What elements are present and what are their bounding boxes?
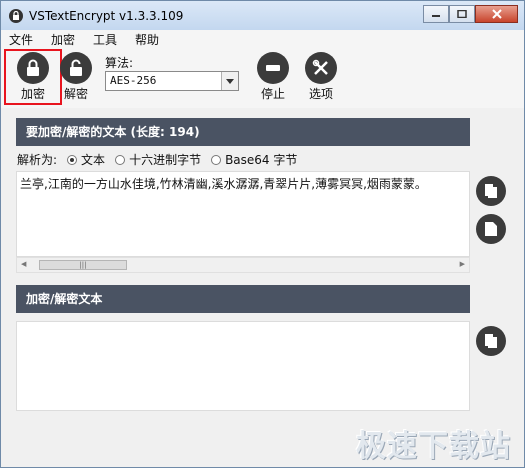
close-icon: [491, 9, 502, 19]
watermark-text: 极速下载站: [356, 429, 511, 464]
paste-button[interactable]: [476, 176, 506, 206]
radio-base64-label[interactable]: Base64 字节: [225, 151, 297, 168]
options-button[interactable]: 选项: [301, 52, 341, 102]
options-label: 选项: [308, 87, 333, 101]
parse-as-row: 解析为: 文本 十六进制字节 Base64 字节: [17, 151, 297, 168]
close-button[interactable]: [475, 5, 518, 23]
algorithm-select[interactable]: AES-256: [105, 71, 239, 91]
lock-icon: [17, 52, 49, 84]
input-textarea[interactable]: 兰亭,江南的一方山水佳境,竹林清幽,溪水潺潺,青翠片片,薄雾冥冥,烟雨蒙蒙。: [16, 171, 470, 257]
paste-icon: [485, 184, 497, 198]
copy-icon: [485, 334, 497, 348]
window-controls: [423, 5, 518, 23]
scroll-right-icon[interactable]: ▶: [460, 260, 465, 268]
input-text: 兰亭,江南的一方山水佳境,竹林清幽,溪水潺潺,青翠片片,薄雾冥冥,烟雨蒙蒙。: [20, 177, 427, 191]
decrypt-button[interactable]: 解密: [56, 52, 96, 102]
output-section-header: 加密/解密文本: [16, 285, 470, 313]
radio-base64[interactable]: [211, 154, 222, 165]
toolbar: 加密 解密 算法: AES-256 停止 选项: [1, 48, 524, 108]
output-text: [17, 322, 469, 328]
radio-hex-label[interactable]: 十六进制字节: [129, 151, 201, 168]
clear-input-button[interactable]: [476, 214, 506, 244]
wrench-screwdriver-icon: [305, 52, 337, 84]
menu-file[interactable]: 文件: [9, 31, 33, 48]
maximize-button[interactable]: [449, 5, 475, 23]
app-window: VSTextEncrypt v1.3.3.109 文件 加密 工具 帮助 加密: [0, 0, 525, 468]
lock-icon: [9, 8, 23, 23]
menu-encrypt[interactable]: 加密: [51, 31, 75, 48]
minimize-icon: [432, 15, 440, 17]
algorithm-value: AES-256: [110, 74, 157, 87]
input-section-header: 要加密/解密的文本 (长度: 194): [16, 118, 470, 146]
menu-tools[interactable]: 工具: [93, 31, 117, 48]
radio-text[interactable]: [67, 154, 78, 165]
document-icon: [485, 222, 497, 236]
radio-text-label[interactable]: 文本: [81, 151, 105, 168]
algorithm-label: 算法:: [105, 56, 134, 70]
encrypt-button[interactable]: 加密: [13, 52, 53, 102]
scrollbar-thumb[interactable]: |||: [39, 260, 127, 270]
parse-as-label: 解析为:: [17, 153, 58, 167]
chevron-down-icon[interactable]: [221, 72, 238, 90]
input-horizontal-scrollbar[interactable]: ◀ ||| ▶: [16, 257, 470, 273]
unlock-icon: [60, 52, 92, 84]
minimize-button[interactable]: [423, 5, 449, 23]
output-textarea[interactable]: [16, 321, 470, 411]
title-bar: VSTextEncrypt v1.3.3.109: [1, 1, 524, 30]
window-title: VSTextEncrypt v1.3.3.109: [29, 8, 184, 23]
copy-output-button[interactable]: [476, 326, 506, 356]
radio-hex[interactable]: [115, 154, 126, 165]
stop-button[interactable]: 停止: [253, 52, 293, 102]
menu-bar: 文件 加密 工具 帮助: [1, 30, 524, 48]
scroll-left-icon[interactable]: ◀: [21, 260, 26, 268]
decrypt-label: 解密: [63, 87, 88, 101]
maximize-icon: [457, 10, 467, 18]
encrypt-label: 加密: [20, 87, 45, 101]
stop-label: 停止: [260, 87, 285, 101]
stop-icon: [257, 52, 289, 84]
menu-help[interactable]: 帮助: [135, 31, 159, 48]
